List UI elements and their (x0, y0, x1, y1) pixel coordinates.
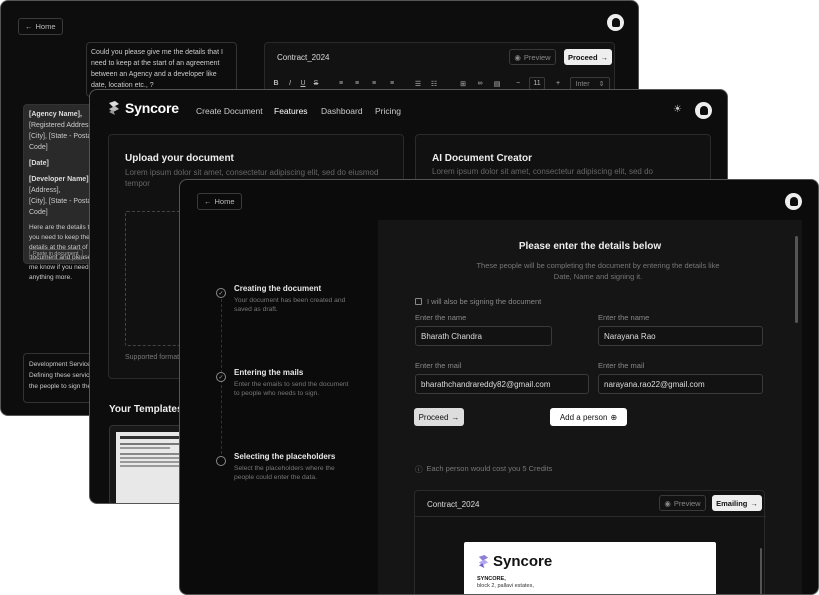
proceed-button[interactable]: Proceed → (564, 49, 612, 65)
nav-features[interactable]: Features (274, 106, 308, 116)
check-icon: ✓ (216, 372, 226, 382)
send-for-signing-window: ← Home ✓ Creating the document Your docum… (179, 179, 819, 595)
arrow-left-icon: ← (204, 197, 212, 206)
preview-button[interactable]: ◉ Preview (509, 49, 556, 65)
divider (415, 516, 766, 517)
proceed-button[interactable]: Proceed → (414, 408, 464, 426)
step-description: Select the placeholders where the people… (234, 465, 335, 481)
person2-email-field[interactable]: narayana.rao22@gmail.com (598, 374, 763, 394)
preview-button[interactable]: ◉ Preview (659, 495, 706, 511)
ai-title: AI Document Creator (432, 153, 533, 164)
form-subtitle: These people will be completing the docu… (476, 261, 720, 281)
person1-email-field[interactable]: bharathchandrareddy82@gmail.com (415, 374, 589, 394)
doc-address: block 2, pallavi estates, (477, 583, 534, 589)
document-preview-panel: Contract_2024 ◉ Preview Emailing → Syncore… (414, 490, 766, 594)
home-button[interactable]: ← Home (197, 193, 242, 210)
info-icon: ⓘ (415, 465, 423, 474)
nav-pricing[interactable]: Pricing (375, 106, 401, 116)
step-description: Enter the emails to send the document to… (234, 381, 349, 397)
step-title: Creating the document (234, 284, 322, 293)
chevron-updown-icon: ⇕ (598, 81, 605, 88)
name-label: Enter the name (415, 313, 467, 322)
supported-formats: Supported formats (125, 354, 183, 361)
syncore-logo-icon (109, 101, 119, 115)
nav-dashboard[interactable]: Dashboard (321, 106, 363, 116)
home-button[interactable]: ← Home (18, 18, 63, 35)
arrow-left-icon: ← (25, 22, 33, 31)
avatar[interactable] (785, 193, 802, 210)
preview-scrollbar[interactable] (760, 548, 762, 594)
document-page: Syncore SYNCORE, block 2, pallavi estate… (464, 542, 716, 594)
add-person-button[interactable]: Add a person ⊕ (550, 408, 627, 426)
syncore-logo-icon (478, 555, 489, 568)
upload-title: Upload your document (125, 153, 234, 164)
person1-name-field[interactable]: Bharath Chandra (415, 326, 552, 346)
sun-icon[interactable]: ☀ (673, 104, 682, 115)
doc-title: Contract_2024 (427, 500, 480, 509)
doc-company: SYNCORE, (477, 576, 506, 582)
eye-icon: ◉ (664, 498, 671, 508)
plus-circle-icon: ⊕ (610, 412, 618, 422)
nav-create-document[interactable]: Create Document (196, 106, 263, 116)
arrow-right-icon: → (750, 498, 758, 508)
chat-question-text: Could you please give me the details tha… (91, 49, 223, 89)
also-signing-label: I will also be signing the document (427, 297, 542, 306)
check-icon: ✓ (216, 288, 226, 298)
avatar[interactable] (607, 14, 624, 31)
eye-icon: ◉ (514, 52, 521, 62)
emailing-button[interactable]: Emailing → (712, 495, 762, 511)
arrow-right-icon: → (451, 412, 460, 422)
ai-description: Lorem ipsum dolor sit amet, consectetur … (432, 167, 653, 176)
mail-label: Enter the mail (598, 361, 645, 370)
paste-in-document-button[interactable]: Paste in document (29, 249, 83, 260)
arrow-right-icon: → (600, 52, 609, 62)
doc-brand-logo: Syncore (477, 553, 552, 570)
name-label: Enter the name (598, 313, 650, 322)
person2-name-field[interactable]: Narayana Rao (598, 326, 763, 346)
step-circle-icon (216, 456, 226, 466)
doc-title: Contract_2024 (277, 53, 330, 62)
brand-logo[interactable]: Syncore (107, 100, 179, 116)
form-title: Please enter the details below (518, 241, 662, 252)
mail-label: Enter the mail (415, 361, 462, 370)
step-description: Your document has been created and saved… (234, 297, 346, 313)
credits-note: ⓘ Each person would cost you 5 Credits (415, 464, 553, 474)
step-title: Selecting the placeholders (234, 452, 336, 461)
form-scrollbar[interactable] (795, 236, 798, 323)
step-title: Entering the mails (234, 368, 304, 377)
templates-heading: Your Templates (109, 404, 183, 415)
avatar[interactable] (695, 102, 712, 119)
also-signing-checkbox[interactable] (415, 298, 422, 305)
form-area: Please enter the details below These peo… (378, 220, 802, 594)
